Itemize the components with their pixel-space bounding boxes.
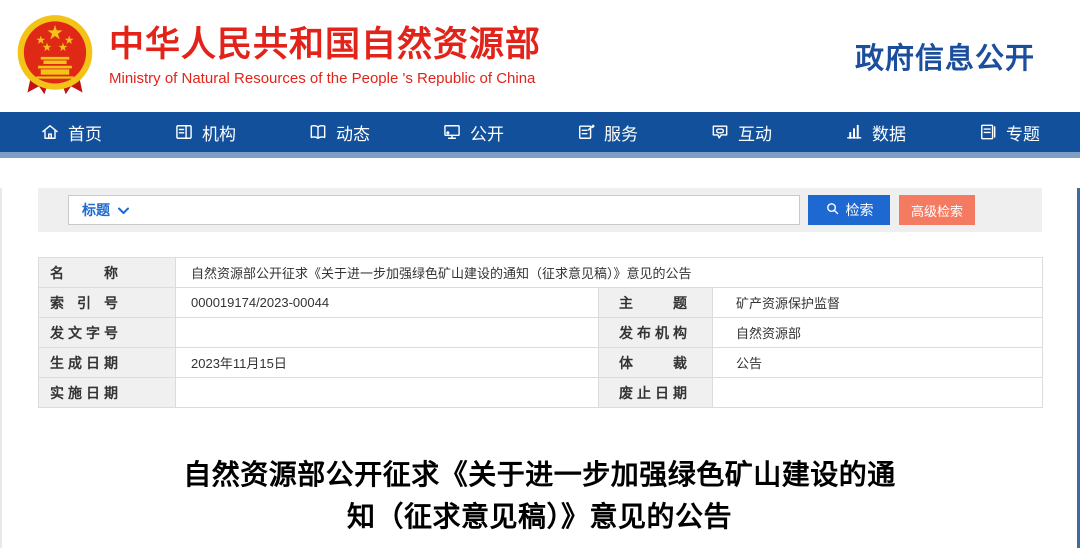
field-value: 公告 — [713, 348, 1043, 378]
field-label: 生成日期 — [39, 348, 176, 378]
nav-label: 互动 — [738, 120, 772, 145]
nav-item-home[interactable]: 首页 — [40, 120, 102, 145]
field-value: 矿产资源保护监督 — [713, 288, 1043, 318]
site-title: 中华人民共和国自然资源部 — [109, 25, 541, 65]
nav-label: 公开 — [470, 120, 504, 145]
chevron-down-icon — [118, 202, 129, 218]
monitor-icon — [442, 122, 462, 142]
open-book-icon — [308, 122, 328, 142]
search-input[interactable] — [142, 196, 799, 224]
field-label: 实施日期 — [39, 378, 176, 408]
table-row-date-genre: 生成日期 2023年11月15日 体 裁 公告 — [39, 348, 1043, 378]
field-value: 自然资源部 — [713, 318, 1043, 348]
main-nav: 首页 机构 动态 公开 — [0, 112, 1080, 152]
field-value — [713, 378, 1043, 408]
field-value: 自然资源部公开征求《关于进一步加强绿色矿山建设的通知（征求意见稿）》意见的公告 — [176, 258, 1043, 288]
table-row-docnum-agency: 发文字号 发布机构 自然资源部 — [39, 318, 1043, 348]
magnifier-icon — [825, 201, 840, 219]
document-title: 自然资源部公开征求《关于进一步加强绿色矿山建设的通 知（征求意见稿）》意见的公告 — [2, 454, 1077, 538]
page: 中华人民共和国自然资源部 Ministry of Natural Resourc… — [0, 0, 1080, 548]
field-value — [176, 318, 599, 348]
journal-icon — [978, 122, 998, 142]
document-title-line-1: 自然资源部公开征求《关于进一步加强绿色矿山建设的通 — [183, 459, 896, 490]
field-label: 体 裁 — [599, 348, 713, 378]
field-label: 废止日期 — [599, 378, 713, 408]
nav-label: 数据 — [872, 120, 906, 145]
field-value: 000019174/2023-00044 — [176, 288, 599, 318]
field-label: 主 题 — [599, 288, 713, 318]
home-icon — [40, 122, 60, 142]
nav-label: 首页 — [68, 120, 102, 145]
site-subtitle: Ministry of Natural Resources of the Peo… — [109, 70, 541, 87]
nav-label: 服务 — [604, 120, 638, 145]
field-value: 2023年11月15日 — [176, 348, 599, 378]
search-field-label: 标题 — [82, 200, 110, 220]
table-row-effective-repeal: 实施日期 废止日期 — [39, 378, 1043, 408]
document-pen-icon — [576, 122, 596, 142]
field-label: 索 引 号 — [39, 288, 176, 318]
field-label: 名 称 — [39, 258, 176, 288]
nav-label: 专题 — [1006, 120, 1040, 145]
document-title-line-2: 知（征求意见稿）》意见的公告 — [347, 501, 732, 532]
search-field-selector[interactable]: 标题 — [69, 200, 142, 220]
table-row-name: 名 称 自然资源部公开征求《关于进一步加强绿色矿山建设的通知（征求意见稿）》意见… — [39, 258, 1043, 288]
chat-bubble-icon — [710, 122, 730, 142]
advanced-search-button[interactable]: 高级检索 — [899, 195, 975, 225]
nav-item-data[interactable]: 数据 — [844, 120, 906, 145]
search-button-label: 检索 — [846, 200, 874, 220]
organization-icon — [174, 122, 194, 142]
field-label: 发文字号 — [39, 318, 176, 348]
site-logo-link[interactable]: 中华人民共和国自然资源部 Ministry of Natural Resourc… — [15, 12, 541, 100]
nav-item-interaction[interactable]: 互动 — [710, 120, 772, 145]
nav-item-topics[interactable]: 专题 — [978, 120, 1040, 145]
brand-text: 中华人民共和国自然资源部 Ministry of Natural Resourc… — [109, 25, 541, 87]
search-bar: 标题 检索 高级检索 — [38, 188, 1042, 232]
content-frame: 标题 检索 高级检索 — [0, 188, 1080, 548]
table-row-index-topic: 索 引 号 000019174/2023-00044 主 题 矿产资源保护监督 — [39, 288, 1043, 318]
nav-item-news[interactable]: 动态 — [308, 120, 370, 145]
nav-label: 动态 — [336, 120, 370, 145]
site-header: 中华人民共和国自然资源部 Ministry of Natural Resourc… — [0, 0, 1080, 112]
china-national-emblem-icon — [15, 12, 95, 100]
nav-bottom-strip — [0, 152, 1080, 158]
nav-item-services[interactable]: 服务 — [576, 120, 638, 145]
field-value — [176, 378, 599, 408]
document-info-table: 名 称 自然资源部公开征求《关于进一步加强绿色矿山建设的通知（征求意见稿）》意见… — [38, 257, 1043, 408]
nav-item-disclosure[interactable]: 公开 — [442, 120, 504, 145]
bar-chart-icon — [844, 122, 864, 142]
section-title: 政府信息公开 — [855, 35, 1035, 77]
search-input-wrap: 标题 — [68, 195, 800, 225]
field-label: 发布机构 — [599, 318, 713, 348]
nav-label: 机构 — [202, 120, 236, 145]
search-button[interactable]: 检索 — [808, 195, 890, 225]
nav-item-organization[interactable]: 机构 — [174, 120, 236, 145]
